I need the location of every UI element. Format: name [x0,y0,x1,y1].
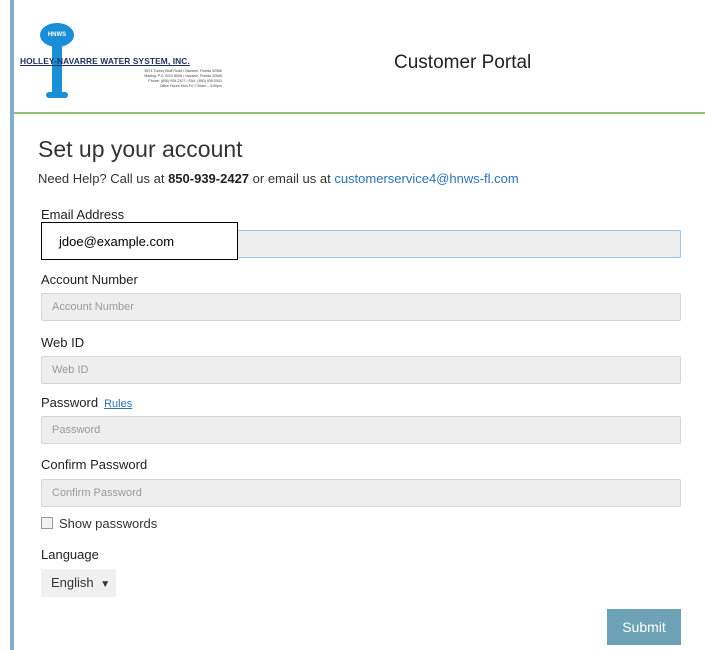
company-address-line: 8574 Turkey Bluff Road • Navarre, Florid… [144,69,222,73]
web-id-field[interactable]: Web ID [41,356,681,384]
password-label: Password [41,395,99,410]
web-id-label: Web ID [41,335,85,350]
password-rules-link[interactable]: Rules [104,398,132,410]
confirm-password-field[interactable]: Confirm Password [41,479,681,507]
account-number-label: Account Number [41,272,138,287]
header: HNWS HOLLEY-NAVARRE WATER SYSTEM, INC. 8… [14,0,705,114]
water-tower-stem [52,45,62,95]
language-selected: English [51,575,94,590]
company-address-line: Office Hours Mon-Fri 7:30am – 4:00pm [159,84,222,88]
help-text: Need Help? Call us at 850-939-2427 or em… [38,171,519,186]
password-label-row: Password Rules [41,395,132,410]
water-tower-base [46,92,68,98]
company-address-line: Phone: (850) 939-2427 • FAX: (850) 939-0… [148,79,222,83]
email-field[interactable]: jdoe@example.com [41,222,238,260]
submit-button[interactable]: Submit [607,609,681,645]
help-prefix: Need Help? Call us at [38,171,169,186]
language-label: Language [41,547,99,562]
help-email-link[interactable]: customerservice4@hnws-fl.com [334,171,518,186]
help-middle: or email us at [249,171,335,186]
chevron-down-icon: ▼ [100,579,111,590]
email-label: Email Address [41,207,125,222]
help-phone: 850-939-2427 [168,171,250,186]
company-logo: HNWS HOLLEY-NAVARRE WATER SYSTEM, INC. 8… [20,16,230,106]
password-field[interactable]: Password [41,416,681,444]
company-address-line: Mailing: P.O. BOX 8008 • Navarre, Florid… [144,74,222,78]
language-select[interactable]: English ▼ [41,569,116,597]
portal-title: Customer Portal [394,52,532,73]
show-passwords-label: Show passwords [59,516,158,531]
show-passwords-checkbox[interactable] [41,517,53,529]
company-name: HOLLEY-NAVARRE WATER SYSTEM, INC. [20,56,190,66]
confirm-password-label: Confirm Password [41,457,148,472]
show-passwords-row[interactable]: Show passwords [41,516,157,531]
account-number-field[interactable]: Account Number [41,293,681,321]
water-tower-icon: HNWS [40,23,74,47]
page-title: Set up your account [38,136,243,162]
